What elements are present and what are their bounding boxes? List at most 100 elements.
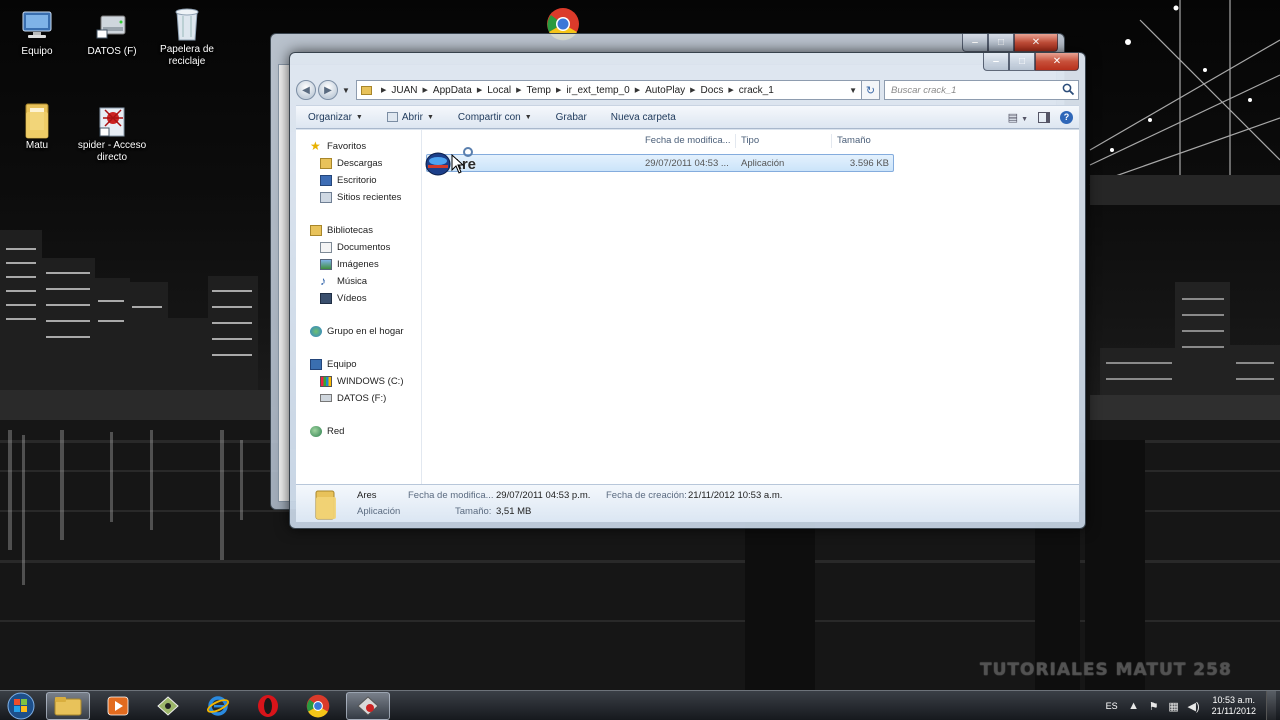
taskbar-opera[interactable]: [246, 692, 290, 720]
details-modified-value: 29/07/2011 04:53 p.m.: [496, 490, 591, 501]
taskbar-chrome[interactable]: [296, 692, 340, 720]
language-indicator[interactable]: ES: [1106, 701, 1118, 711]
flag-icon[interactable]: ⚑: [1147, 699, 1161, 713]
organize-label: Organizar: [308, 111, 352, 123]
help-icon[interactable]: ?: [1060, 110, 1073, 124]
burn-button[interactable]: Grabar: [544, 106, 599, 128]
desktop-icon-matu-folder[interactable]: Matu: [0, 102, 77, 152]
command-bar: Organizar ▼ Abrir ▼ Compartir con ▼ Grabar …: [296, 105, 1079, 129]
chevron-right-icon[interactable]: ▶: [477, 86, 482, 94]
column-header-size[interactable]: Tamaño: [832, 134, 894, 148]
chevron-right-icon[interactable]: ▶: [516, 86, 521, 94]
chevron-right-icon[interactable]: ▶: [728, 86, 733, 94]
nav-favorites[interactable]: ★ Favoritos: [310, 139, 366, 153]
nav-videos[interactable]: Vídeos: [320, 291, 367, 305]
search-input[interactable]: Buscar crack_1: [884, 80, 1079, 100]
homegroup-icon: [310, 325, 322, 337]
downloads-folder-icon: [320, 157, 332, 169]
chevron-right-icon[interactable]: ▶: [635, 86, 640, 94]
taskbar-internet-explorer[interactable]: [196, 692, 240, 720]
details-pane: Ares Aplicación Fecha de modifica... 29/…: [296, 484, 1079, 522]
nav-images[interactable]: Imágenes: [320, 257, 379, 271]
taskbar-media-player[interactable]: [96, 692, 140, 720]
clock[interactable]: 10:53 a.m. 21/11/2012: [1212, 695, 1256, 717]
chevron-right-icon[interactable]: ▶: [556, 86, 561, 94]
breadcrumb-autoplay[interactable]: AutoPlay: [645, 85, 685, 96]
maximize-button[interactable]: □: [1009, 53, 1035, 71]
close-button[interactable]: ✕: [1035, 53, 1079, 71]
nav-documents[interactable]: Documentos: [320, 240, 390, 254]
chevron-up-icon[interactable]: ▲: [1127, 699, 1141, 713]
desktop-icon-computer[interactable]: Equipo: [0, 8, 77, 58]
chevron-down-icon[interactable]: ▼: [849, 86, 857, 95]
column-header-type[interactable]: Tipo: [736, 134, 832, 148]
details-created-label: Fecha de creación:: [606, 490, 687, 501]
clock-time: 10:53 a.m.: [1212, 695, 1256, 705]
chevron-right-icon[interactable]: ▶: [423, 86, 428, 94]
nav-homegroup[interactable]: Grupo en el hogar: [310, 324, 404, 338]
breadcrumb-temp[interactable]: Temp: [527, 85, 551, 96]
volume-icon[interactable]: ◀): [1187, 699, 1201, 713]
view-options-icon[interactable]: ▤ ▼: [1008, 111, 1028, 124]
windows-orb-icon: [7, 692, 35, 720]
organize-button[interactable]: Organizar ▼: [296, 106, 375, 128]
breadcrumb-appdata[interactable]: AppData: [433, 85, 472, 96]
desktop-icon-recycle-bin[interactable]: Papelera de reciclaje: [147, 6, 227, 68]
content-pane: ★ Favoritos Descargas Escritorio Sitios …: [296, 130, 1079, 484]
nav-downloads[interactable]: Descargas: [320, 156, 382, 170]
app-icon: [357, 696, 379, 716]
preview-pane-icon[interactable]: [1038, 111, 1050, 123]
nav-drive-c[interactable]: WINDOWS (C:): [320, 374, 404, 388]
taskbar-autoplay-app[interactable]: [346, 692, 390, 720]
explorer-window[interactable]: ‒ □ ✕ ◀ ▶ ▼ ▶ JUAN ▶ AppData ▶ Local ▶ T…: [289, 52, 1086, 529]
nav-computer[interactable]: Equipo: [310, 357, 357, 371]
navigation-pane: ★ Favoritos Descargas Escritorio Sitios …: [296, 130, 422, 484]
open-button[interactable]: Abrir ▼: [375, 106, 446, 128]
minimize-button[interactable]: ‒: [962, 34, 988, 52]
desktop-icon-spider-shortcut[interactable]: spider - Acceso directo: [72, 102, 152, 164]
network-icon[interactable]: ▦: [1167, 699, 1181, 713]
start-button[interactable]: [2, 691, 40, 720]
breadcrumb-local[interactable]: Local: [487, 85, 511, 96]
taskbar-explorer[interactable]: [46, 692, 90, 720]
nav-recent-places[interactable]: Sitios recientes: [320, 190, 401, 204]
nav-libraries[interactable]: Bibliotecas: [310, 223, 373, 237]
nav-drive-f[interactable]: DATOS (F:): [320, 391, 386, 405]
nav-label: Música: [337, 275, 368, 287]
chevron-right-icon[interactable]: ▶: [690, 86, 695, 94]
nav-network[interactable]: Red: [310, 424, 344, 438]
forward-button[interactable]: ▶: [318, 80, 338, 100]
breadcrumb-docs[interactable]: Docs: [701, 85, 724, 96]
system-tray: ES ▲ ⚑ ▦ ◀) 10:53 a.m. 21/11/2012: [1106, 691, 1276, 720]
column-header-modified[interactable]: Fecha de modifica...: [640, 134, 736, 148]
breadcrumb-crack-1[interactable]: crack_1: [739, 85, 774, 96]
breadcrumb-juan[interactable]: JUAN: [391, 85, 417, 96]
details-modified-label: Fecha de modifica...: [408, 490, 494, 501]
recycle-bin-icon: [170, 6, 204, 41]
chevron-right-icon: ▶: [381, 87, 387, 94]
taskbar-app-3[interactable]: [146, 692, 190, 720]
desktop-icon-datos-drive[interactable]: DATOS (F): [72, 8, 152, 58]
search-icon: [1062, 83, 1075, 96]
address-bar[interactable]: ▶ JUAN ▶ AppData ▶ Local ▶ Temp ▶ ir_ext…: [356, 80, 862, 100]
file-row-ares[interactable]: 29/07/2011 04:53 ... Aplicación 3.596 KB: [426, 154, 894, 172]
nav-desktop[interactable]: Escritorio: [320, 173, 377, 187]
share-button[interactable]: Compartir con ▼: [446, 106, 544, 128]
history-dropdown[interactable]: ▼: [340, 80, 352, 100]
close-button[interactable]: ✕: [1014, 34, 1058, 52]
media-player-icon: [107, 696, 129, 716]
show-desktop-button[interactable]: [1266, 691, 1276, 720]
breadcrumb-ir-ext-temp[interactable]: ir_ext_temp_0: [566, 85, 629, 96]
documents-icon: [320, 241, 332, 253]
view-controls: ▤ ▼ ?: [1008, 110, 1079, 124]
refresh-icon: ↻: [865, 84, 876, 97]
nav-label: Documentos: [337, 241, 391, 253]
share-label: Compartir con: [457, 111, 521, 123]
details-folder-icon: [312, 489, 340, 521]
refresh-button[interactable]: ↻: [862, 80, 880, 100]
maximize-button[interactable]: □: [988, 34, 1014, 52]
nav-music[interactable]: ♪ Música: [320, 274, 367, 288]
back-button[interactable]: ◀: [296, 80, 316, 100]
minimize-button[interactable]: ‒: [983, 53, 1009, 71]
new-folder-button[interactable]: Nueva carpeta: [599, 106, 688, 128]
